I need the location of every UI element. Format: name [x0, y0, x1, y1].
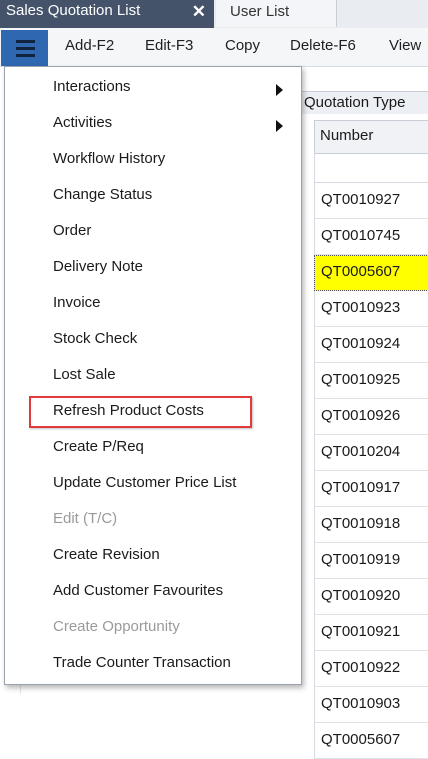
menu-item-invoice[interactable]: Invoice — [5, 287, 301, 321]
toolbar: Add-F2 Edit-F3 Copy Delete-F6 View — [0, 28, 428, 67]
tab-sales-quotation-list[interactable]: Sales Quotation List ✕ — [0, 0, 214, 28]
table-row[interactable]: QT0010903 — [314, 687, 428, 723]
quotation-number-cell: QT0010903 — [321, 695, 401, 712]
quotation-number-cell: QT0010923 — [321, 299, 401, 316]
menu-item-update-customer-price-list[interactable]: Update Customer Price List — [5, 467, 301, 501]
menu-item-interactions[interactable]: Interactions — [5, 71, 301, 105]
menu-item-label: Add Customer Favourites — [53, 582, 224, 599]
quotation-number-cell: QT0010921 — [321, 623, 401, 640]
table-row[interactable]: QT0010918 — [314, 507, 428, 543]
menu-item-create-revision[interactable]: Create Revision — [5, 539, 301, 573]
table-row[interactable]: QT0010922 — [314, 651, 428, 687]
menu-item-workflow-history[interactable]: Workflow History — [5, 143, 301, 177]
menu-item-label: Update Customer Price List — [53, 474, 237, 491]
menu-item-label: Lost Sale — [53, 366, 116, 383]
tab-label: User List — [230, 3, 290, 20]
table-row[interactable]: QT0010920 — [314, 579, 428, 615]
table-row[interactable]: QT0010917 — [314, 471, 428, 507]
table-row[interactable]: QT0010927 — [314, 183, 428, 219]
menu-item-label: Change Status — [53, 186, 153, 203]
tab-strip: Sales Quotation List ✕ User List — [0, 0, 428, 29]
group-header-quotation-type[interactable]: Quotation Type — [298, 91, 428, 114]
menu-item-add-customer-favourites[interactable]: Add Customer Favourites — [5, 575, 301, 609]
annotation-highlight-box — [29, 396, 252, 428]
menu-item-label: Create Opportunity — [53, 618, 180, 635]
quotation-number-cell: QT0010927 — [321, 191, 401, 208]
table-row[interactable]: QT0005607 — [314, 723, 428, 759]
quotation-number-cell: QT0010204 — [321, 443, 401, 460]
table-row[interactable]: QT0005607 — [314, 255, 428, 291]
table-row[interactable]: QT0010926 — [314, 399, 428, 435]
menu-item-label: Activities — [53, 114, 113, 131]
submenu-arrow-icon — [276, 120, 283, 132]
menu-item-lost-sale[interactable]: Lost Sale — [5, 359, 301, 393]
quotation-number-cell: QT0010918 — [321, 515, 401, 532]
group-header-label: Quotation Type — [304, 94, 406, 111]
quotation-number-cell: QT0010924 — [321, 335, 401, 352]
menu-item-label: Workflow History — [53, 150, 166, 167]
menu-item-stock-check[interactable]: Stock Check — [5, 323, 301, 357]
menu-item-create-opportunity: Create Opportunity — [5, 611, 301, 645]
close-icon[interactable]: ✕ — [192, 2, 206, 22]
hamburger-bar — [16, 47, 35, 50]
quotation-number-cell: QT0010745 — [321, 227, 401, 244]
tab-user-list[interactable]: User List — [216, 0, 337, 27]
quotation-number-cell: QT0010919 — [321, 551, 401, 568]
quotation-number-cell: QT0010925 — [321, 371, 401, 388]
tab-label: Sales Quotation List — [6, 2, 141, 19]
menu-item-delivery-note[interactable]: Delivery Note — [5, 251, 301, 285]
menu-item-change-status[interactable]: Change Status — [5, 179, 301, 213]
menu-item-label: Interactions — [53, 78, 131, 95]
menu-item-activities[interactable]: Activities — [5, 107, 301, 141]
quotation-number-cell: QT0005607 — [321, 263, 401, 280]
quotation-number-cell: QT0010917 — [321, 479, 401, 496]
table-row[interactable]: QT0010921 — [314, 615, 428, 651]
column-header-number[interactable]: Number — [314, 120, 428, 154]
quotation-number-cell: QT0010920 — [321, 587, 401, 604]
menu-item-order[interactable]: Order — [5, 215, 301, 249]
quotation-number-cell: QT0005607 — [321, 731, 401, 748]
menu-item-label: Create P/Req — [53, 438, 144, 455]
menu-item-label: Order — [53, 222, 92, 239]
menu-item-label: Stock Check — [53, 330, 138, 347]
delete-button[interactable]: Delete-F6 — [290, 37, 356, 54]
filter-row[interactable] — [314, 152, 428, 183]
table-row[interactable]: QT0010919 — [314, 543, 428, 579]
menu-item-label: Delivery Note — [53, 258, 144, 275]
menu-item-label: Create Revision — [53, 546, 160, 563]
submenu-arrow-icon — [276, 84, 283, 96]
copy-button[interactable]: Copy — [225, 37, 260, 54]
table-row[interactable]: QT0010923 — [314, 291, 428, 327]
hamburger-bar — [16, 40, 35, 43]
menu-item-trade-counter-transaction[interactable]: Trade Counter Transaction — [5, 647, 301, 681]
edit-button[interactable]: Edit-F3 — [145, 37, 193, 54]
menu-item-label: Invoice — [53, 294, 101, 311]
hamburger-menu-icon[interactable] — [1, 30, 48, 66]
table-row[interactable]: QT0010925 — [314, 363, 428, 399]
quotation-number-cell: QT0010922 — [321, 659, 401, 676]
table-row[interactable]: QT0010745 — [314, 219, 428, 255]
menu-item-edit-t-c: Edit (T/C) — [5, 503, 301, 537]
menu-item-label: Edit (T/C) — [53, 510, 118, 527]
context-menu: Interactions Activities Workflow History Ch… — [4, 66, 302, 685]
column-header-label: Number — [320, 127, 374, 144]
table-row[interactable]: QT0010204 — [314, 435, 428, 471]
add-button[interactable]: Add-F2 — [65, 37, 114, 54]
menu-item-label: Trade Counter Transaction — [53, 654, 231, 671]
table-row[interactable]: QT0010924 — [314, 327, 428, 363]
hamburger-bar — [16, 54, 35, 57]
quotation-number-cell: QT0010926 — [321, 407, 401, 424]
view-button[interactable]: View — [389, 37, 421, 54]
menu-item-create-p-req[interactable]: Create P/Req — [5, 431, 301, 465]
